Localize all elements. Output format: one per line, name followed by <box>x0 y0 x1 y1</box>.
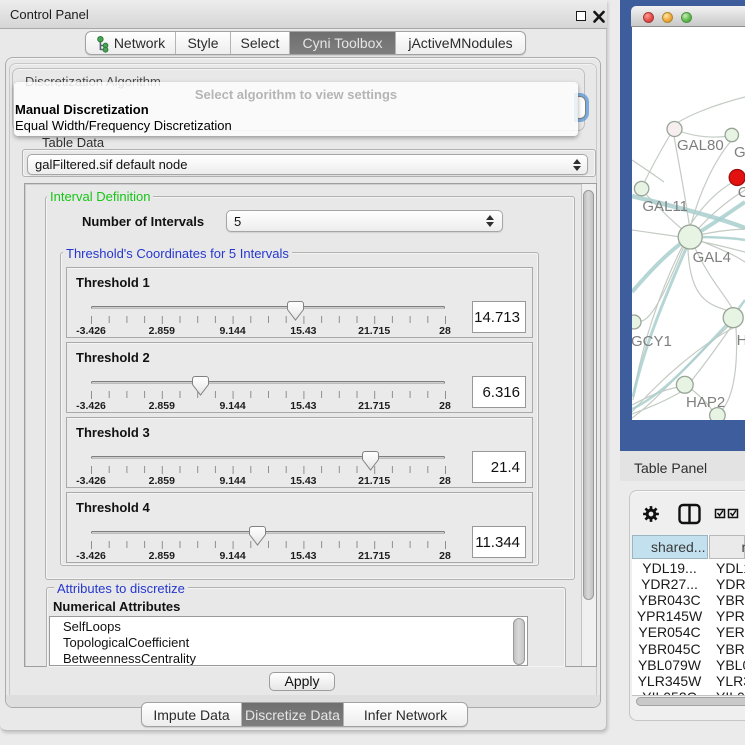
svg-text:GCY1: GCY1 <box>632 333 672 350</box>
svg-text:GAL11: GAL11 <box>642 198 688 215</box>
svg-text:H: H <box>737 332 745 349</box>
svg-text:GAL80: GAL80 <box>677 137 724 154</box>
svg-text:HAP2: HAP2 <box>686 394 725 411</box>
svg-text:C: C <box>738 184 745 201</box>
svg-text:GAL4: GAL4 <box>693 249 731 266</box>
svg-text:G.: G. <box>734 144 745 161</box>
